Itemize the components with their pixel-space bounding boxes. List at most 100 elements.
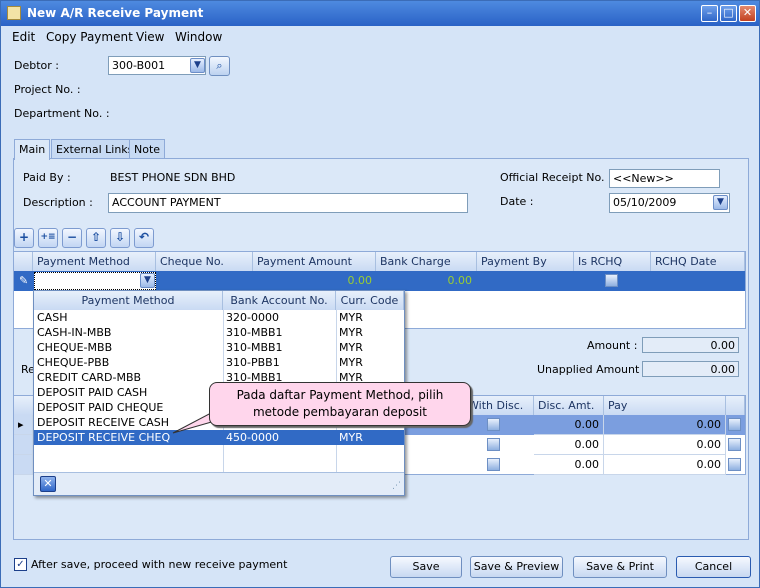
menu-window[interactable]: Window: [175, 30, 222, 44]
popup-col-curr-code: Curr. Code: [336, 291, 404, 310]
option-currency: MYR: [339, 356, 363, 369]
proceed-new-checkbox[interactable]: ✓: [14, 558, 27, 571]
move-up-button[interactable]: ⇧: [86, 228, 106, 248]
receipt-value: <<New>>: [613, 172, 674, 185]
option-bank-account: 310-PBB1: [226, 356, 280, 369]
description-label: Description :: [23, 196, 93, 209]
pay-cell[interactable]: 0.00: [604, 435, 726, 455]
is-rchq-checkbox[interactable]: [605, 274, 618, 287]
tab-external-links[interactable]: External Links: [51, 139, 139, 159]
chevron-down-icon[interactable]: ▼: [140, 273, 155, 288]
window: New A/R Receive Payment – □ ✕ Edit Copy …: [0, 0, 760, 588]
tab-main[interactable]: Main: [14, 139, 51, 160]
resize-grip-icon[interactable]: ⋰: [392, 481, 401, 491]
option-method: CREDIT CARD-MBB: [37, 371, 142, 384]
dropdown-option[interactable]: CHEQUE-MBB 310-MBB1 MYR: [34, 340, 404, 355]
chevron-down-icon[interactable]: ▼: [713, 195, 728, 210]
disc-amt-cell[interactable]: 0.00: [534, 435, 604, 455]
paid-by-value: BEST PHONE SDN BHD: [110, 171, 236, 184]
payment-method-cell-input[interactable]: [34, 272, 156, 290]
minimize-button[interactable]: –: [701, 5, 718, 22]
chevron-down-icon[interactable]: ▼: [190, 58, 205, 73]
option-method: DEPOSIT RECEIVE CHEQ: [37, 431, 171, 444]
option-currency: MYR: [339, 326, 363, 339]
edit-pencil-icon: ✎: [19, 274, 29, 287]
maximize-button[interactable]: □: [720, 5, 737, 22]
col-rchq-date[interactable]: RCHQ Date: [651, 252, 745, 271]
col-is-rchq[interactable]: Is RCHQ: [574, 252, 651, 271]
search-icon[interactable]: ⌕: [209, 56, 230, 76]
col-cheque-no[interactable]: Cheque No.: [156, 252, 253, 271]
bank-charge-cell[interactable]: 0.00: [414, 274, 473, 287]
with-disc-checkbox[interactable]: [487, 458, 500, 471]
dropdown-option[interactable]: CHEQUE-PBB 310-PBB1 MYR: [34, 355, 404, 370]
description-input[interactable]: ACCOUNT PAYMENT: [108, 193, 468, 213]
description-value: ACCOUNT PAYMENT: [112, 196, 221, 209]
col-select: [726, 396, 745, 415]
col-bank-charge[interactable]: Bank Charge: [376, 252, 477, 271]
debtor-value: 300-B001: [112, 59, 166, 72]
save-preview-button[interactable]: Save & Preview: [470, 556, 563, 578]
insert-row-button[interactable]: +≡: [38, 228, 58, 248]
window-title: New A/R Receive Payment: [27, 6, 204, 20]
option-bank-account: 310-MBB1: [226, 341, 283, 354]
select-checkbox[interactable]: [728, 418, 741, 431]
menu-view[interactable]: View: [136, 30, 164, 44]
menu-edit[interactable]: Edit: [12, 30, 35, 44]
table-row[interactable]: ✎ ▼ 0.00 0.00: [14, 271, 745, 291]
col-pay[interactable]: Pay: [604, 396, 726, 415]
close-icon[interactable]: ✕: [40, 476, 56, 492]
with-disc-checkbox[interactable]: [487, 418, 500, 431]
select-checkbox[interactable]: [728, 458, 741, 471]
option-currency: MYR: [339, 431, 363, 444]
pay-cell[interactable]: 0.00: [604, 415, 726, 435]
paid-by-label: Paid By :: [23, 171, 71, 184]
col-payment-amount[interactable]: Payment Amount: [253, 252, 376, 271]
move-down-button[interactable]: ⇩: [110, 228, 130, 248]
disc-amt-cell[interactable]: 0.00: [534, 455, 604, 475]
col-with-disc[interactable]: With Disc.: [464, 396, 534, 415]
project-label: Project No. :: [14, 83, 81, 96]
option-currency: MYR: [339, 311, 363, 324]
col-payment-method[interactable]: Payment Method: [33, 252, 156, 271]
cancel-button[interactable]: Cancel: [676, 556, 751, 578]
col-disc-amt[interactable]: Disc. Amt.: [534, 396, 604, 415]
department-label: Department No. :: [14, 107, 110, 120]
option-bank-account: 320-0000: [226, 311, 279, 324]
menu-copy-payment[interactable]: Copy Payment: [46, 30, 133, 44]
pay-cell[interactable]: 0.00: [604, 455, 726, 475]
save-button[interactable]: Save: [390, 556, 462, 578]
option-method: CHEQUE-MBB: [37, 341, 113, 354]
disc-amt-cell[interactable]: 0.00: [534, 415, 604, 435]
option-method: DEPOSIT RECEIVE CASH: [37, 416, 170, 429]
option-method: DEPOSIT PAID CHEQUE: [37, 401, 164, 414]
row-indicator-header: [14, 252, 33, 271]
close-button[interactable]: ✕: [739, 5, 756, 22]
delete-row-button[interactable]: −: [62, 228, 82, 248]
receipt-input[interactable]: <<New>>: [609, 169, 720, 188]
unapplied-amount-label: Unapplied Amount :: [537, 363, 647, 376]
receipt-label: Official Receipt No. :: [500, 171, 612, 184]
dropdown-option[interactable]: CASH-IN-MBB 310-MBB1 MYR: [34, 325, 404, 340]
callout-tooltip: Pada daftar Payment Method, pilih metode…: [209, 382, 471, 426]
with-disc-checkbox[interactable]: [487, 438, 500, 451]
select-checkbox[interactable]: [728, 438, 741, 451]
popup-footer: ✕ ⋰: [34, 472, 404, 495]
option-bank-account: 310-MBB1: [226, 326, 283, 339]
payment-amount-cell[interactable]: 0.00: [314, 274, 373, 287]
dropdown-option[interactable]: CASH 320-0000 MYR: [34, 310, 404, 325]
popup-col-payment-method: Payment Method: [34, 291, 223, 310]
col-payment-by[interactable]: Payment By: [477, 252, 574, 271]
undo-button[interactable]: ↶: [134, 228, 154, 248]
menu-bar: Edit Copy Payment View Window: [1, 27, 759, 47]
option-method: CHEQUE-PBB: [37, 356, 110, 369]
add-row-button[interactable]: +: [14, 228, 34, 248]
tab-note[interactable]: Note: [129, 139, 166, 159]
amount-value: 0.00: [642, 337, 739, 353]
amount-label: Amount :: [587, 339, 638, 352]
save-print-button[interactable]: Save & Print: [573, 556, 667, 578]
option-method: CASH-IN-MBB: [37, 326, 112, 339]
app-icon: [7, 6, 21, 20]
debtor-label: Debtor :: [14, 59, 59, 72]
date-picker[interactable]: 05/10/2009: [609, 193, 730, 213]
